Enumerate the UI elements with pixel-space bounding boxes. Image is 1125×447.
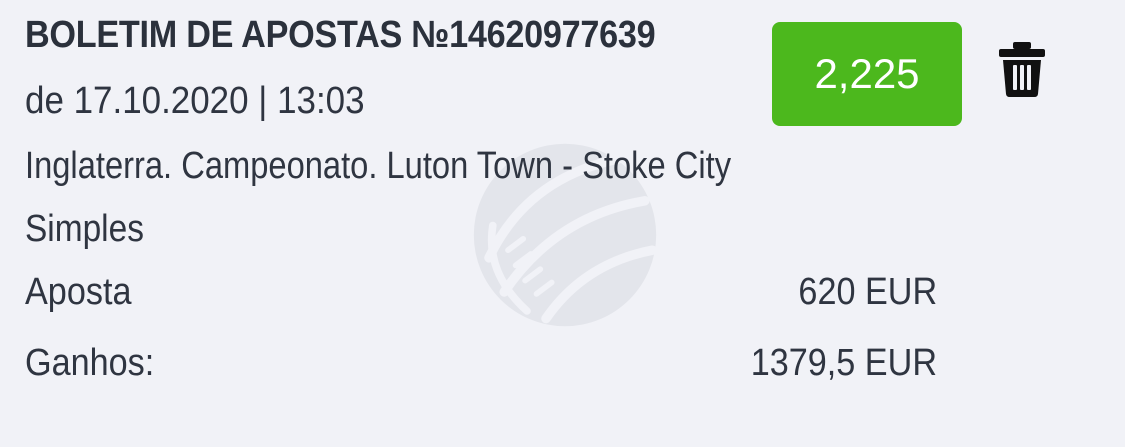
trash-icon[interactable] — [996, 40, 1048, 98]
odds-value: 2,225 — [814, 50, 920, 97]
stake-label: Aposta — [25, 271, 132, 313]
winnings-value: 1379,5 EUR — [750, 342, 937, 384]
bet-slip-card: BOLETIM DE APOSTAS №14620977639 de 17.10… — [0, 0, 1125, 447]
winnings-label: Ganhos: — [25, 342, 155, 384]
event-name: Inglaterra. Campeonato. Luton Town - Sto… — [25, 145, 732, 187]
coupon-title: BOLETIM DE APOSTAS №14620977639 — [25, 14, 656, 56]
odds-badge[interactable]: 2,225 — [772, 22, 962, 126]
coupon-date: de 17.10.2020 | 13:03 — [25, 80, 365, 122]
stake-value: 620 EUR — [798, 271, 937, 313]
bet-type: Simples — [25, 208, 144, 250]
